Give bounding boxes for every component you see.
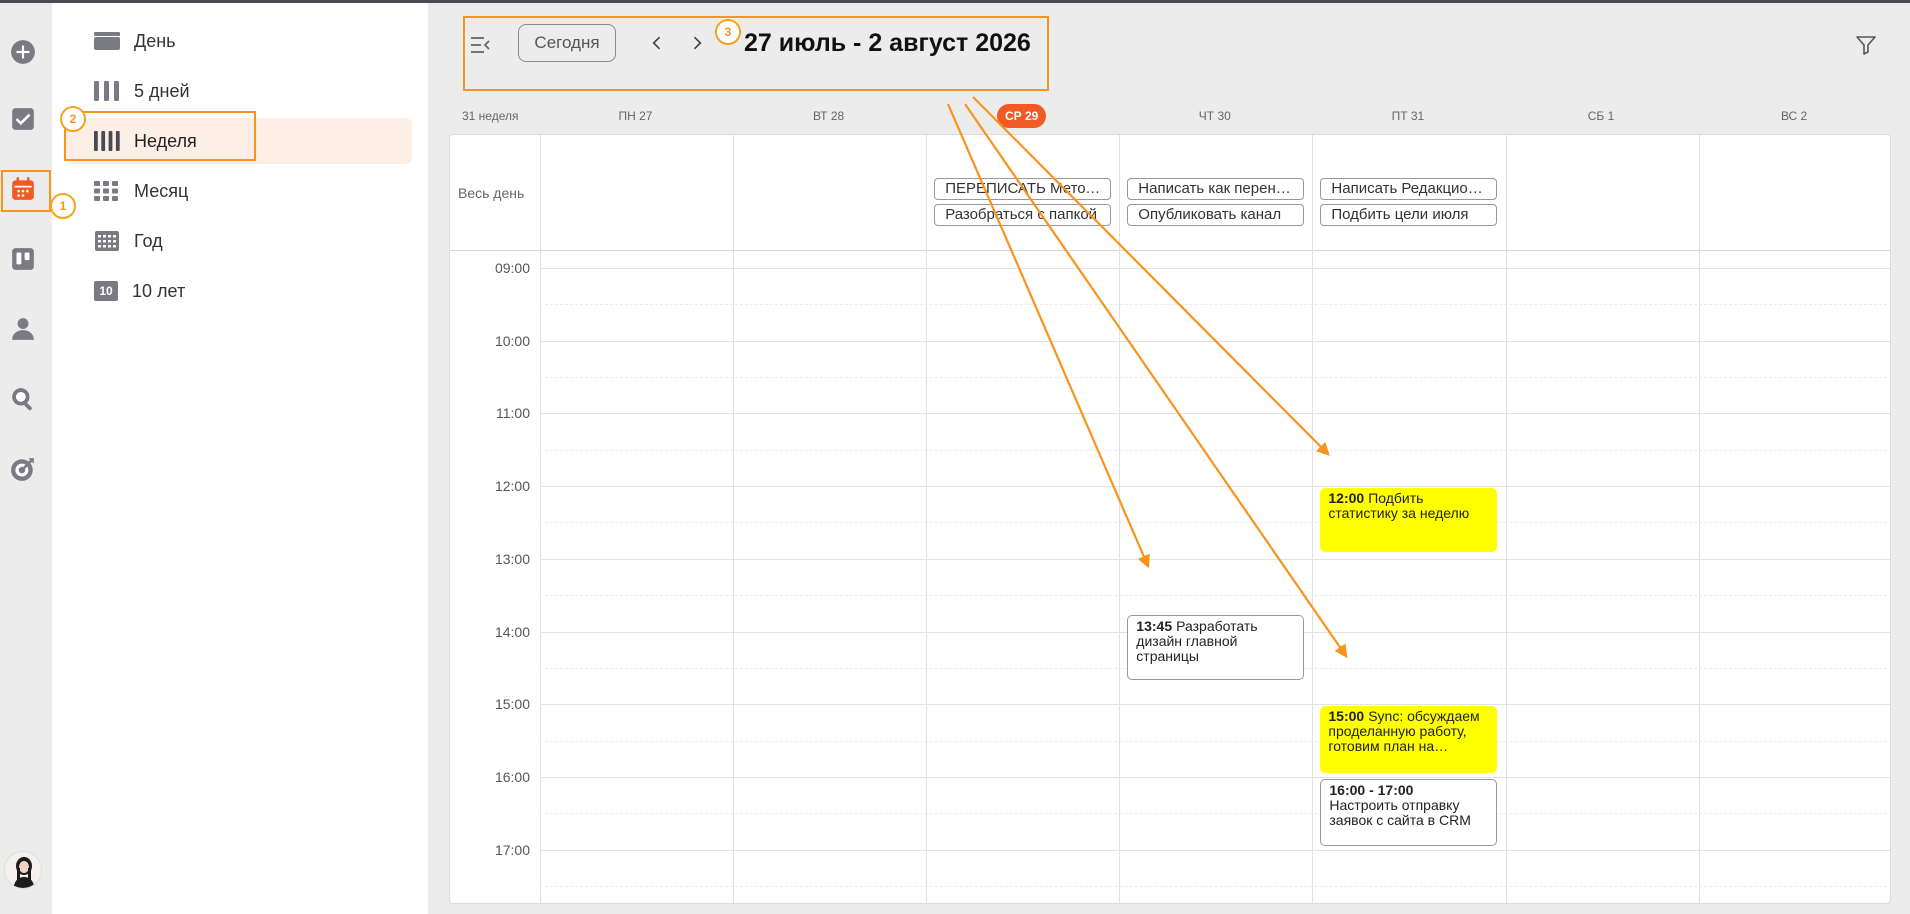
half-hour-line [540,740,1890,742]
day-header[interactable]: ПТ 31 [1311,109,1504,123]
day-header-label: ЧТ 30 [1198,109,1231,123]
month-view-icon [94,180,120,202]
event-title: Настроить отправку заявок с сайта в CRM [1329,796,1471,828]
hour-line [540,776,1890,778]
day-header[interactable]: СР 29 [925,104,1118,128]
day-header[interactable]: ВТ 28 [732,109,925,123]
day-column-divider [540,135,541,903]
day-header-label: ПТ 31 [1391,109,1425,123]
day-column-divider [1119,135,1121,903]
half-hour-line [540,813,1890,815]
calendar-main: Сегодня 27 июль - 2 август 2026 31 недел… [428,3,1910,914]
hour-label: 16:00 [494,768,530,785]
hour-label: 11:00 [496,405,530,422]
event-time: 12:00 [1328,490,1365,507]
calendar-event[interactable]: 13:45 Разработать дизайн главной страницы [1127,615,1305,681]
add-icon[interactable] [8,37,38,67]
hour-label: 15:00 [494,696,530,713]
hour-label: 10:00 [494,332,530,349]
day-header-label: ВТ 28 [812,109,845,123]
hour-label: 09:00 [494,260,530,276]
goals-target-icon[interactable] [8,454,38,484]
week-grid: Весь день 09:00 10:00 11:00 12:00 13:00 14:00… [449,134,1891,904]
all-day-separator [450,250,1890,251]
day-column-divider [733,135,735,903]
view-10-years[interactable]: 10 10 лет [66,268,412,314]
all-day-event[interactable]: Написать Редакционную политику [1320,178,1498,200]
view-day-label: День [134,30,176,51]
hour-line [540,558,1890,560]
search-icon[interactable] [8,384,38,414]
board-icon[interactable] [8,244,38,274]
day-header-label: СР 29 [997,104,1047,128]
hour-label: 17:00 [494,841,530,858]
all-day-event[interactable]: Подбить цели июля [1320,204,1498,226]
annotation-box-header [463,16,1049,91]
day-header-label: ВС 2 [1780,109,1808,123]
year-view-icon [94,230,120,252]
all-day-event[interactable]: Разобраться с папкой [934,204,1112,226]
view-day[interactable]: День [66,18,412,64]
calendar-event[interactable]: 16:00 - 17:00 Настроить отправку заявок с… [1320,778,1498,846]
hour-line [540,413,1890,415]
day-header[interactable]: ПН 27 [539,109,732,123]
day-header[interactable]: ВС 2 [1698,109,1891,123]
half-hour-line [540,885,1890,887]
calendar-event[interactable]: 15:00 Sync: обсуждаем проделанную работу,… [1320,706,1498,774]
calendar-event[interactable]: 12:00 Подбить статистику за неделю [1320,488,1498,552]
day-header-label: СБ 1 [1587,109,1615,123]
view-month-label: Месяц [134,180,189,201]
annotation-box-week [64,111,256,161]
icon-rail [0,3,52,914]
event-time: 15:00 [1328,708,1365,725]
view-year-label: Год [134,230,163,251]
day-header-label: ПН 27 [618,109,653,123]
week-number: 31 неделя [462,109,519,123]
hour-line [540,849,1890,851]
hour-line [540,704,1890,706]
half-hour-line [540,377,1890,379]
annotation-box-calendar [1,170,51,212]
contacts-person-icon[interactable] [8,314,38,344]
all-day-event[interactable]: Опубликовать канал [1127,204,1305,226]
all-day-event[interactable]: ПЕРЕПИСАТЬ Методичку [934,178,1112,200]
ten-years-badge: 10 [99,284,113,298]
annotation-badge-3: 3 [715,19,741,45]
half-hour-line [540,304,1890,306]
five-days-view-icon [94,80,120,102]
day-header[interactable]: СБ 1 [1505,109,1698,123]
day-column-divider [1505,135,1507,903]
day-view-icon [94,30,120,52]
half-hour-line [540,449,1890,451]
hour-line [540,486,1890,488]
day-column-divider [926,135,928,903]
view-month[interactable]: Месяц [66,168,412,214]
all-day-label: Весь день [458,185,525,201]
annotation-badge-1: 1 [50,193,76,219]
filter-funnel-icon[interactable] [1854,33,1878,57]
half-hour-line [540,595,1890,597]
hour-label: 12:00 [494,478,530,495]
view-year[interactable]: Год [66,218,412,264]
user-avatar[interactable] [4,851,42,889]
day-column-divider [1312,135,1314,903]
hour-line [540,268,1890,269]
day-column-divider [1698,135,1700,903]
view-10-years-label: 10 лет [132,280,186,301]
event-time: 16:00 - 17:00 [1329,781,1414,798]
tasks-check-icon[interactable] [8,104,38,134]
view-5-days-label: 5 дней [134,80,190,101]
view-5-days[interactable]: 5 дней [66,68,412,114]
hour-label: 14:00 [494,623,530,640]
day-header[interactable]: ЧТ 30 [1118,109,1311,123]
event-time: 13:45 [1136,618,1173,635]
all-day-event[interactable]: Написать как перенести [1127,178,1305,200]
ten-years-view-icon: 10 [94,281,118,301]
hour-line [540,340,1890,342]
annotation-badge-2: 2 [60,106,86,132]
hour-label: 13:00 [494,550,530,567]
half-hour-line [540,522,1890,524]
